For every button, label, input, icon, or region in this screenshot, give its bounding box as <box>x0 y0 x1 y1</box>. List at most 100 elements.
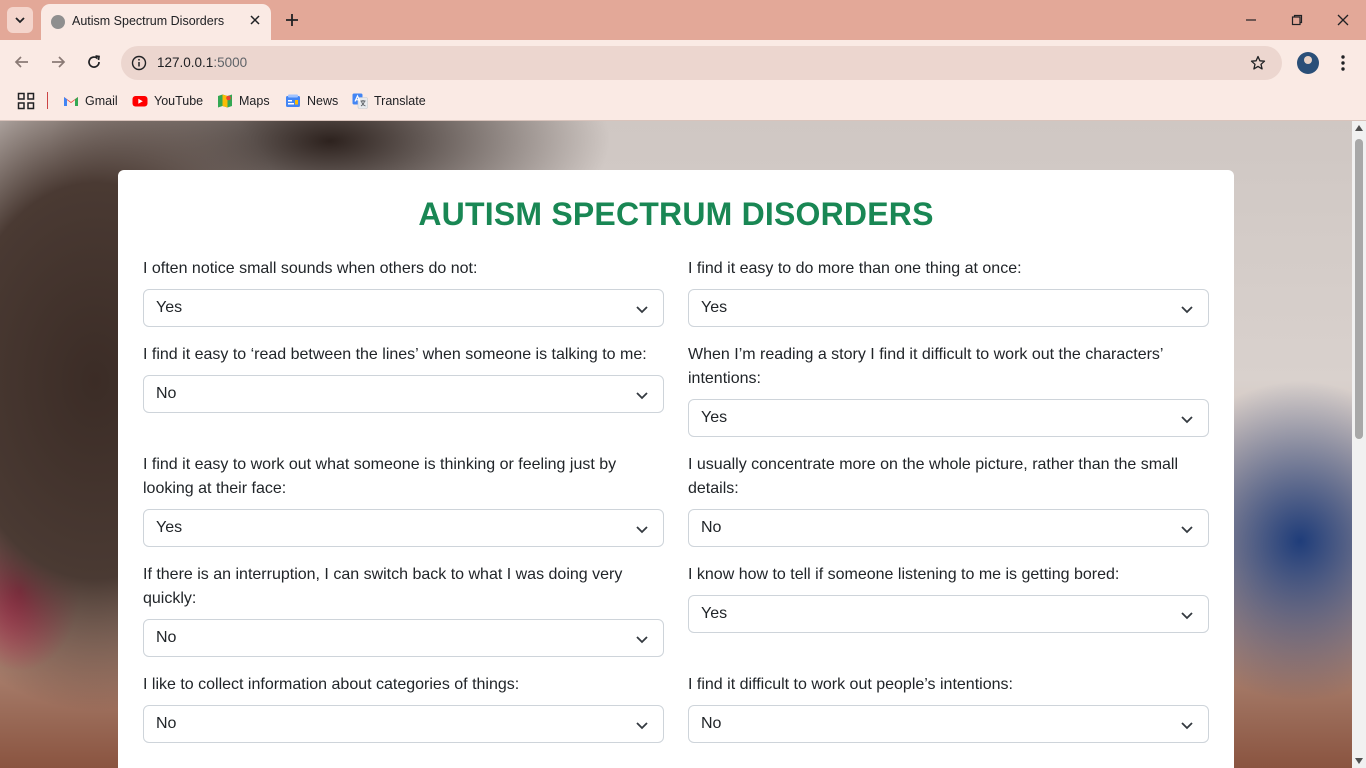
answer-select[interactable]: Yes <box>143 289 664 327</box>
chevron-down-icon <box>1181 722 1193 730</box>
select-value: No <box>156 629 177 646</box>
scroll-down-arrow-icon[interactable] <box>1355 758 1363 764</box>
bookmark-label: YouTube <box>154 94 204 108</box>
question-field: I find it easy to work out what someone … <box>143 453 664 547</box>
answer-select[interactable]: No <box>143 705 664 743</box>
chevron-down-icon <box>636 636 648 644</box>
question-field: I usually concentrate more on the whole … <box>688 453 1209 547</box>
question-field: I often notice small sounds when others … <box>143 257 664 327</box>
question-label: If there is an interruption, I can switc… <box>143 566 623 607</box>
question-field: I find it difficult to work out people’s… <box>688 673 1209 743</box>
profile-avatar[interactable] <box>1297 52 1319 74</box>
restore-button[interactable] <box>1285 8 1309 32</box>
question-label: I find it easy to do more than one thing… <box>688 260 1022 277</box>
question-label: When I’m reading a story I find it diffi… <box>688 346 1163 387</box>
answer-select[interactable]: Yes <box>688 289 1209 327</box>
question-field: I know how to tell if someone listening … <box>688 563 1209 633</box>
address-bar[interactable]: 127.0.0.1:5000 <box>121 46 1282 80</box>
bookmark-youtube[interactable]: YouTube <box>132 90 203 112</box>
bookmark-gmail[interactable]: Gmail <box>63 90 118 112</box>
scrollbar-thumb[interactable] <box>1355 139 1363 439</box>
page-background: AUTISM SPECTRUM DISORDERS I often notice… <box>0 121 1366 768</box>
questionnaire-card: AUTISM SPECTRUM DISORDERS I often notice… <box>118 170 1234 768</box>
more-vertical-icon <box>1341 55 1345 71</box>
youtube-icon <box>132 96 148 107</box>
browser-menu-button[interactable] <box>1333 51 1353 75</box>
select-value: No <box>156 715 177 732</box>
answer-select[interactable]: No <box>688 705 1209 743</box>
select-value: No <box>701 715 722 732</box>
select-value: Yes <box>701 409 728 426</box>
question-field: I like to collect information about cate… <box>143 673 664 743</box>
maps-icon <box>218 94 232 108</box>
bookmark-label: Translate <box>374 94 426 108</box>
question-label: I like to collect information about cate… <box>143 676 520 693</box>
answer-select[interactable]: Yes <box>688 595 1209 633</box>
minimize-button[interactable] <box>1239 8 1263 32</box>
tab-bar: Autism Spectrum Disorders <box>0 0 1366 40</box>
tab-close-button[interactable] <box>247 12 263 28</box>
close-window-button[interactable] <box>1331 8 1355 32</box>
new-tab-button[interactable] <box>281 9 303 31</box>
url-text: 127.0.0.1:5000 <box>157 55 247 70</box>
bookmark-label: Maps <box>239 94 270 108</box>
forward-button[interactable] <box>45 49 71 75</box>
reload-button[interactable] <box>81 49 107 75</box>
active-tab[interactable]: Autism Spectrum Disorders <box>41 4 271 40</box>
question-field: I find it easy to ‘read between the line… <box>143 343 664 413</box>
scroll-up-arrow-icon[interactable] <box>1355 125 1363 131</box>
question-label: I often notice small sounds when others … <box>143 260 478 277</box>
chevron-down-icon <box>1181 416 1193 424</box>
url-port: :5000 <box>213 55 248 70</box>
select-value: Yes <box>156 519 183 536</box>
back-button[interactable] <box>9 49 35 75</box>
answer-select[interactable]: No <box>688 509 1209 547</box>
question-label: I find it difficult to work out people’s… <box>688 676 1013 693</box>
restore-icon <box>1291 14 1303 26</box>
select-value: Yes <box>701 605 728 622</box>
chevron-down-icon <box>636 306 648 314</box>
chevron-down-icon <box>636 722 648 730</box>
tab-title: Autism Spectrum Disorders <box>72 14 225 28</box>
select-value: No <box>156 385 177 402</box>
question-field: I find it easy to do more than one thing… <box>688 257 1209 327</box>
page-title: AUTISM SPECTRUM DISORDERS <box>418 196 934 232</box>
bookmark-translate[interactable]: Translate <box>352 90 426 112</box>
question-label: I find it easy to ‘read between the line… <box>143 346 647 363</box>
minimize-icon <box>1246 19 1256 21</box>
page-scrollbar[interactable] <box>1352 121 1366 768</box>
bookmarks-bar: Gmail YouTube Maps News Translate <box>0 85 1366 121</box>
translate-icon <box>352 93 368 109</box>
apps-grid-icon[interactable] <box>17 92 35 110</box>
reload-icon <box>88 55 100 68</box>
question-label: I usually concentrate more on the whole … <box>688 456 1179 497</box>
question-field: If there is an interruption, I can switc… <box>143 563 664 657</box>
chevron-down-icon <box>1181 612 1193 620</box>
plus-icon <box>286 14 298 26</box>
close-icon <box>250 15 260 25</box>
answer-select[interactable]: Yes <box>688 399 1209 437</box>
close-icon <box>1337 14 1349 26</box>
answer-select[interactable]: No <box>143 619 664 657</box>
bookmark-news[interactable]: News <box>285 90 338 112</box>
arrow-right-icon <box>52 56 66 68</box>
arrow-left-icon <box>14 56 28 68</box>
gmail-icon <box>64 97 78 106</box>
answer-select[interactable]: Yes <box>143 509 664 547</box>
tab-search-button[interactable] <box>7 7 33 33</box>
select-value: Yes <box>156 299 183 316</box>
globe-icon <box>51 15 65 29</box>
question-field: When I’m reading a story I find it diffi… <box>688 343 1209 437</box>
bookmark-star-icon[interactable] <box>1248 53 1268 73</box>
question-label: I know how to tell if someone listening … <box>688 566 1120 583</box>
select-value: Yes <box>701 299 728 316</box>
news-icon <box>286 94 300 107</box>
bookmark-label: News <box>307 94 339 108</box>
url-host: 127.0.0.1 <box>157 55 214 70</box>
site-info-icon[interactable] <box>129 53 149 73</box>
bookmarks-divider <box>47 92 48 109</box>
chevron-down-icon <box>636 526 648 534</box>
answer-select[interactable]: No <box>143 375 664 413</box>
bookmark-maps[interactable]: Maps <box>217 90 270 112</box>
chevron-down-icon <box>1181 306 1193 314</box>
